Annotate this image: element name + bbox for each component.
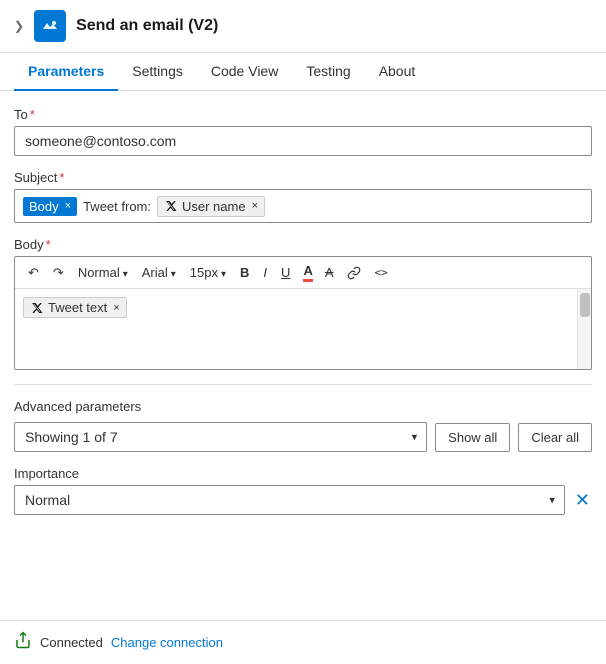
section-divider [14,384,592,385]
link-button[interactable] [342,263,366,283]
style-dropdown[interactable]: Normal [73,263,133,282]
importance-label: Importance [14,466,592,481]
body-field-group: Body * ↶ ↷ Normal Arial [14,237,592,370]
footer: Connected Change connection [0,620,606,664]
subject-field-group: Subject * Body × Tweet from: User name × [14,170,592,223]
font-color-button[interactable]: A [299,261,316,284]
to-required: * [30,107,35,122]
rich-text-editor: ↶ ↷ Normal Arial 15px [14,256,592,370]
advanced-params-section: Advanced parameters Showing 1 of 7 ▾ Sho… [14,399,592,452]
tweet-text-tag[interactable]: Tweet text × [23,297,127,318]
italic-button[interactable]: I [258,263,272,282]
strikethrough-button[interactable]: A [321,263,338,282]
rte-scrollbar[interactable] [577,289,591,369]
username-tag-label: User name [182,199,246,214]
subject-label: Subject * [14,170,592,185]
to-input[interactable] [14,126,592,156]
bold-button[interactable]: B [235,263,254,282]
tab-parameters[interactable]: Parameters [14,53,118,91]
content-area: To * Subject * Body × Tweet from: [0,91,606,545]
show-all-button[interactable]: Show all [435,423,510,452]
importance-clear-button[interactable]: ✕ [573,488,592,513]
underline-button[interactable]: U [276,263,295,282]
connected-icon [14,631,32,654]
x-brand-icon [164,199,178,213]
importance-row: Normal Low High ▾ ✕ [14,485,592,515]
tab-codeview[interactable]: Code View [197,53,292,91]
clear-all-button[interactable]: Clear all [518,423,592,452]
tweet-x-icon [30,301,44,315]
back-chevron[interactable]: ❯ [14,19,24,33]
header: ❯ Send an email (V2) [0,0,606,53]
importance-select[interactable]: Normal Low High [14,485,565,515]
subject-body-tag[interactable]: Body × [23,197,77,216]
body-tag-close[interactable]: × [65,200,71,212]
font-color-indicator [303,279,312,282]
font-dropdown[interactable]: Arial [137,263,181,282]
username-tag-close[interactable]: × [252,200,258,212]
change-connection-link[interactable]: Change connection [111,635,223,650]
advanced-params-label: Advanced parameters [14,399,592,414]
body-label: Body * [14,237,592,252]
to-label: To * [14,107,592,122]
connector-icon [34,10,66,42]
size-chevron-icon [221,265,226,280]
tab-testing[interactable]: Testing [292,53,364,91]
username-tag[interactable]: User name × [157,196,265,217]
code-view-button[interactable]: <> [370,263,393,282]
to-field-group: To * [14,107,592,156]
font-chevron-icon [171,265,176,280]
importance-select-wrapper: Normal Low High ▾ [14,485,565,515]
undo-button[interactable]: ↶ [23,262,44,284]
page-title: Send an email (V2) [76,17,218,35]
tab-about[interactable]: About [365,53,430,91]
body-required: * [46,237,51,252]
rte-scroll-thumb [580,293,590,317]
tweet-from-text: Tweet from: [83,199,151,214]
advanced-params-row: Showing 1 of 7 ▾ Show all Clear all [14,422,592,452]
subject-tag-field[interactable]: Body × Tweet from: User name × [14,189,592,223]
tab-settings[interactable]: Settings [118,53,197,91]
tweet-text-label: Tweet text [48,300,107,315]
adv-params-select-wrapper: Showing 1 of 7 ▾ [14,422,427,452]
tab-bar: Parameters Settings Code View Testing Ab… [0,53,606,91]
connected-text: Connected [40,635,103,650]
size-dropdown[interactable]: 15px [185,263,231,282]
subject-required: * [59,170,64,185]
importance-field-group: Importance Normal Low High ▾ ✕ [14,466,592,515]
rte-body[interactable]: Tweet text × [15,289,591,369]
body-tag-label: Body [29,199,59,214]
redo-button[interactable]: ↷ [48,262,69,284]
tweet-text-close[interactable]: × [113,302,119,314]
adv-params-select[interactable]: Showing 1 of 7 [14,422,427,452]
rte-toolbar: ↶ ↷ Normal Arial 15px [15,257,591,289]
style-chevron-icon [123,265,128,280]
